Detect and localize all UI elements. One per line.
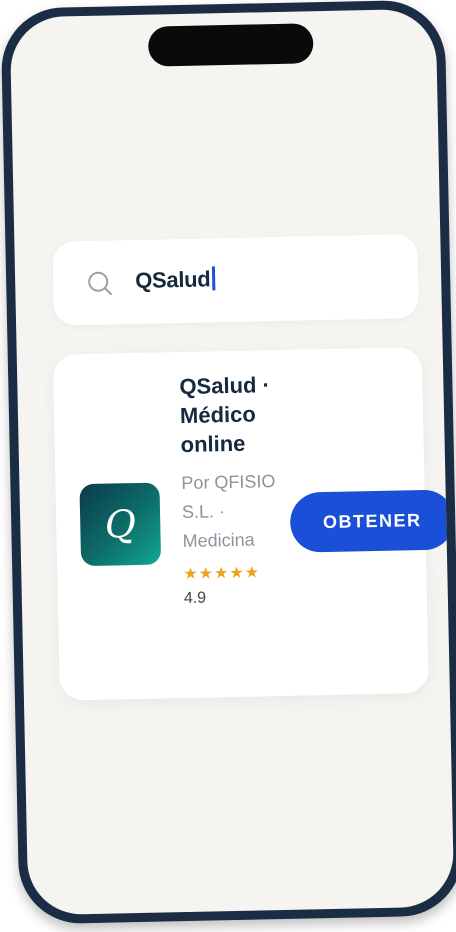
- app-result-card[interactable]: Q QSalud · Médico online Por QFISIO S.L.…: [52, 347, 455, 701]
- phone-frame: QSalud Q QSalud · Médico online Por QFIS…: [0, 0, 456, 925]
- phone-screen: QSalud Q QSalud · Médico online Por QFIS…: [9, 8, 455, 916]
- search-icon: [87, 270, 114, 297]
- dynamic-island: [147, 23, 314, 67]
- star-rating-icon: ★★★★★: [183, 564, 261, 584]
- app-rating-value: 4.9: [183, 589, 207, 608]
- app-developer: Por QFISIO S.L. · Medicina: [181, 471, 276, 552]
- app-name[interactable]: QSalud · Médico online: [179, 370, 277, 459]
- app-info: QSalud · Médico online Por QFISIO S.L. ·…: [179, 370, 280, 608]
- app-icon[interactable]: Q: [79, 482, 162, 567]
- get-button[interactable]: OBTENER: [289, 489, 455, 553]
- text-caret: [212, 266, 216, 291]
- stage: QSalud Q QSalud · Médico online Por QFIS…: [0, 0, 456, 932]
- search-input[interactable]: QSalud: [135, 266, 216, 294]
- search-query: QSalud: [134, 266, 211, 293]
- app-icon-letter: Q: [104, 502, 137, 547]
- search-bar[interactable]: QSalud: [52, 234, 420, 326]
